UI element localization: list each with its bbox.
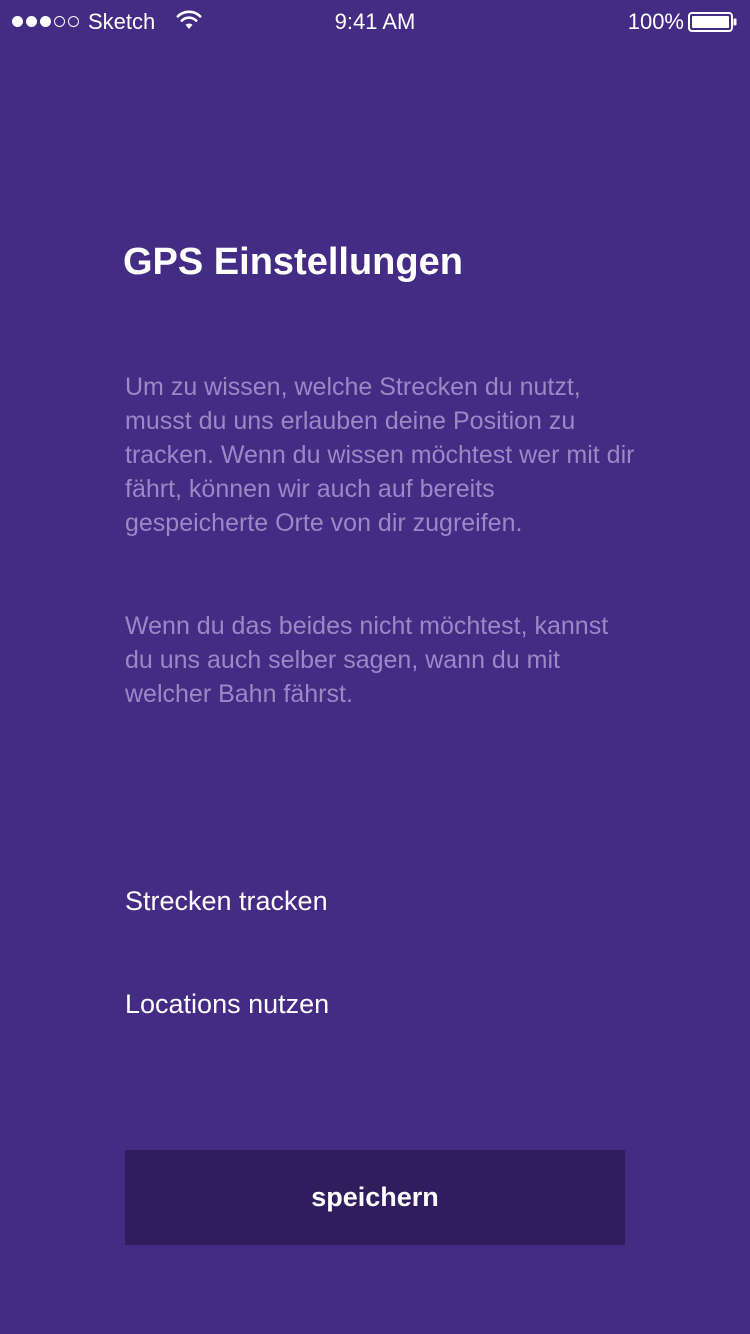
battery-icon (688, 12, 737, 32)
save-button[interactable]: speichern (125, 1150, 625, 1245)
battery-percentage: 100% (627, 9, 684, 34)
page-title: GPS Einstellungen (123, 241, 463, 283)
description-paragraph: Um zu wissen, welche Strecken du nutzt, … (125, 373, 635, 537)
description-paragraph: Wenn du das beides nicht möchtest, kanns… (125, 612, 609, 708)
option-track-routes[interactable]: Strecken tracken (125, 884, 328, 918)
status-bar: Sketch 9:41 AM 100% (0, 0, 750, 44)
option-use-locations[interactable]: Locations nutzen (125, 987, 329, 1021)
